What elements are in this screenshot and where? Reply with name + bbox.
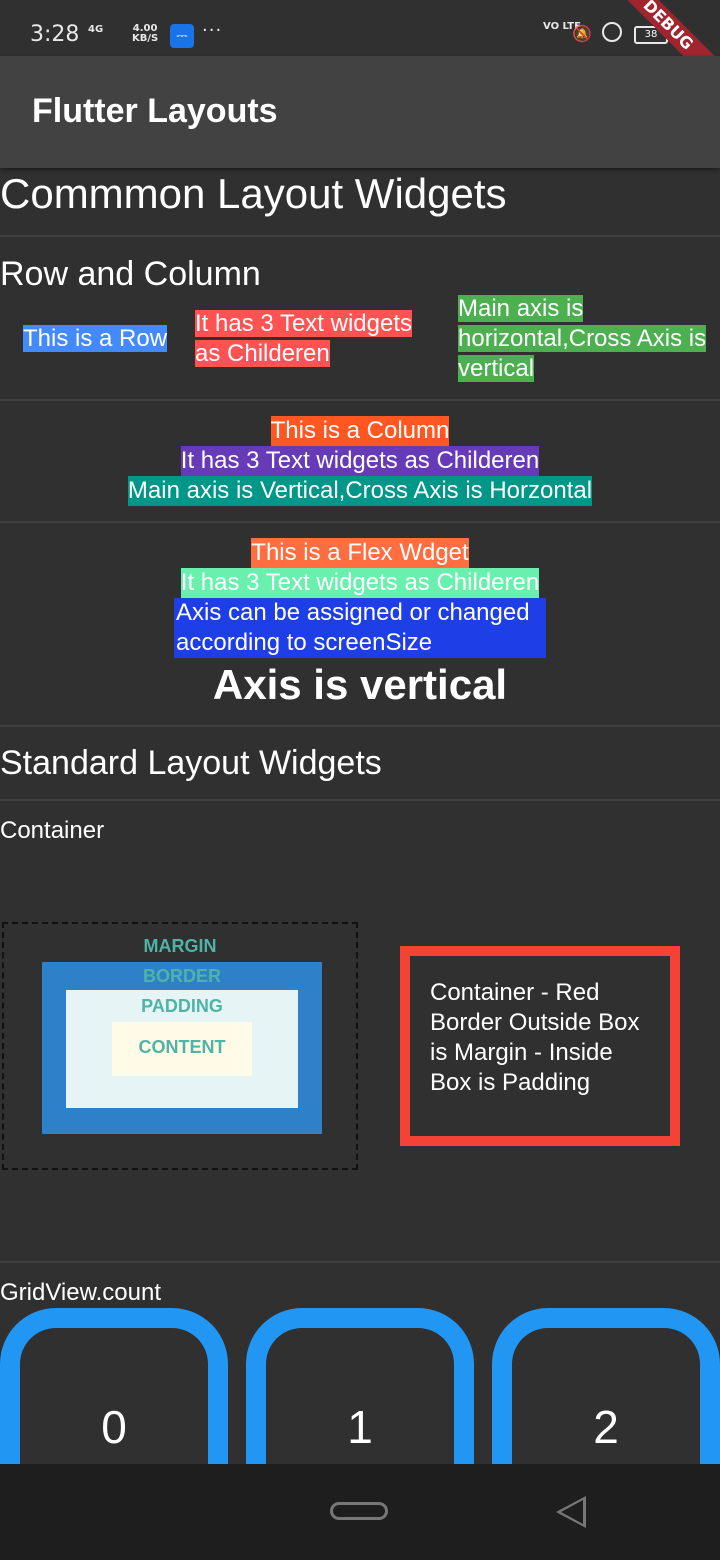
column-demo: This is a Column It has 3 Text widgets a…: [0, 416, 720, 506]
system-nav-bar: [0, 1464, 720, 1560]
grid-tile-1[interactable]: 1: [246, 1308, 474, 1464]
common-layout-title: Commmon Layout Widgets: [0, 170, 507, 217]
row-text-1-label: This is a Row: [23, 325, 168, 352]
margin-label: MARGIN: [143, 936, 217, 956]
row-text-3: Main axis is horizontal,Cross Axis is ve…: [458, 294, 708, 384]
flex-text-1: This is a Flex Wdget: [251, 538, 469, 568]
status-time: 3:28: [30, 22, 80, 47]
column-text-1: This is a Column: [270, 416, 450, 446]
flex-axis-label: Axis is vertical: [212, 661, 508, 708]
content-box: CONTENT: [112, 1022, 252, 1076]
divider: [0, 725, 720, 727]
content-label: CONTENT: [138, 1037, 226, 1057]
container-description: Container - Red Border Outside Box is Ma…: [430, 979, 640, 1096]
box-model-diagram: MARGIN BORDER PADDING CONTENT: [2, 922, 358, 1170]
speed-unit: KB/S: [132, 33, 159, 44]
border-label: BORDER: [142, 966, 221, 986]
network-speed: 4.00 KB/S: [132, 24, 158, 44]
row-text-1: This is a Row: [23, 324, 173, 354]
home-button[interactable]: [330, 1502, 388, 1520]
divider: [0, 799, 720, 801]
grid-tile-number: 0: [101, 1401, 127, 1453]
column-text-3: Main axis is Vertical,Cross Axis is Horz…: [127, 476, 593, 506]
divider: [0, 521, 720, 523]
app-bar-title: Flutter Layouts: [32, 92, 278, 130]
main-content[interactable]: Commmon Layout Widgets Row and Column Th…: [0, 168, 720, 1464]
column-text-2: It has 3 Text widgets as Childeren: [180, 446, 540, 476]
padding-label: PADDING: [141, 996, 223, 1016]
mute-bell-icon: 🔕: [572, 24, 592, 43]
network-indicator: 4G: [88, 24, 104, 35]
flex-text-2: It has 3 Text widgets as Childeren: [180, 568, 540, 598]
flex-text-3: Axis can be assigned or changed accordin…: [174, 598, 546, 658]
divider: [0, 399, 720, 401]
back-button-inner: [561, 1500, 583, 1524]
flex-demo: This is a Flex Wdget It has 3 Text widge…: [0, 538, 720, 658]
divider: [0, 235, 720, 237]
border-box: BORDER PADDING CONTENT: [42, 962, 322, 1134]
gridview-label: GridView.count: [0, 1279, 161, 1306]
row-text-3-label: Main axis is horizontal,Cross Axis is ve…: [458, 295, 707, 382]
grid-tile-2[interactable]: 2: [492, 1308, 720, 1464]
row-text-2: It has 3 Text widgets as Childeren: [195, 309, 435, 369]
status-bar: 3:28 4G 4.00 KB/S ⎓ ··· VO LTE 🔕 38 DEBU…: [0, 0, 720, 104]
row-text-2-label: It has 3 Text widgets as Childeren: [195, 310, 413, 367]
grid-tile-number: 2: [593, 1401, 619, 1453]
padding-box: PADDING CONTENT: [66, 990, 298, 1108]
container-label: Container: [0, 817, 105, 844]
alarm-icon: [602, 22, 622, 42]
app-bar: Flutter Layouts: [0, 56, 720, 168]
row-column-title: Row and Column: [0, 255, 261, 293]
grid-tile-0[interactable]: 0: [0, 1308, 228, 1464]
more-notifications-icon: ···: [202, 20, 223, 41]
divider: [0, 1261, 720, 1263]
usb-icon: ⎓: [170, 24, 194, 48]
standard-layout-title: Standard Layout Widgets: [0, 744, 382, 782]
red-border-container: Container - Red Border Outside Box is Ma…: [400, 946, 680, 1146]
grid-tile-number: 1: [347, 1401, 373, 1453]
